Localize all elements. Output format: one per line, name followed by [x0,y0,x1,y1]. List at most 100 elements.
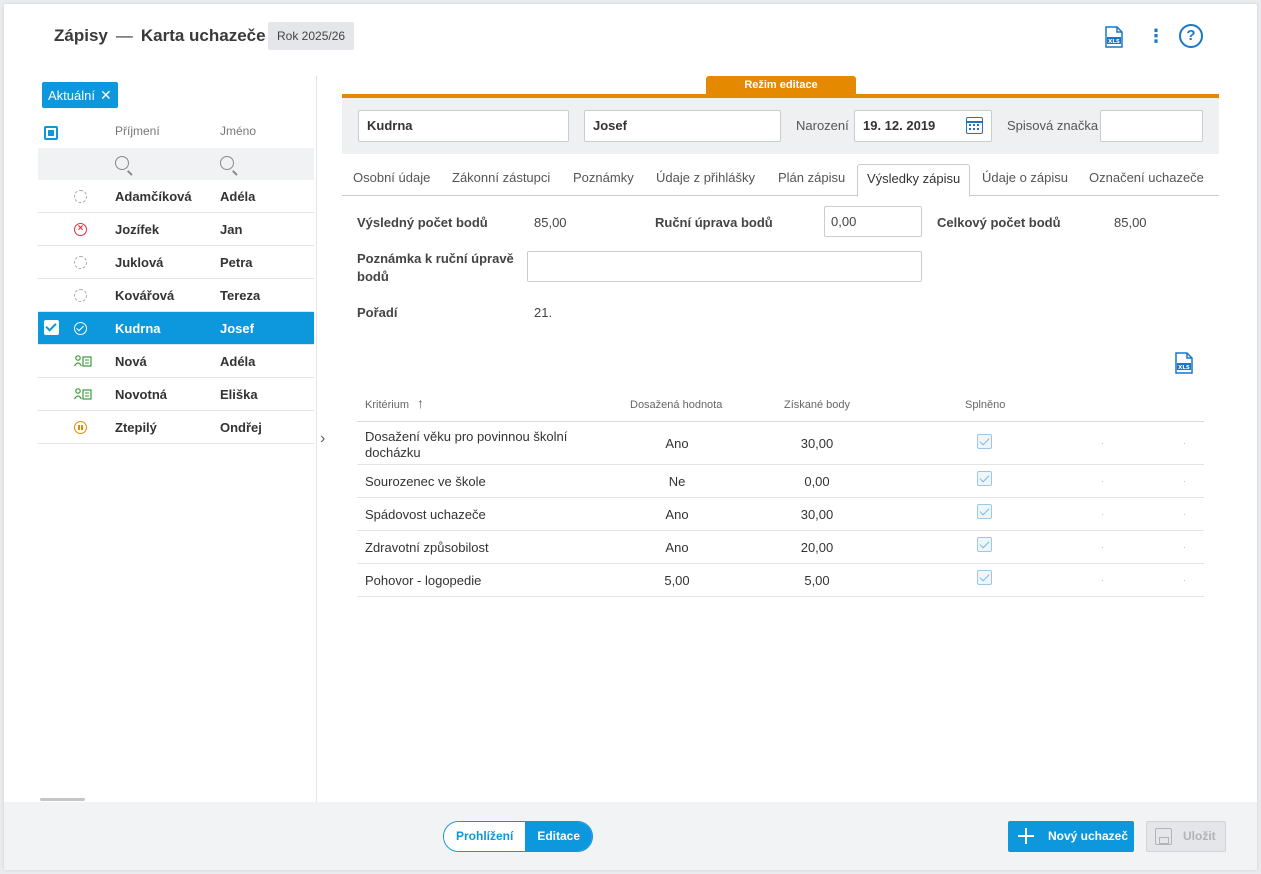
xls-export-icon[interactable]: XLS [1174,352,1194,374]
points-cell: 5,00 [804,573,830,588]
column-header-value[interactable]: Dosažená hodnota [630,399,722,411]
list-item[interactable]: Adamčíková Adéla [38,180,314,213]
sort-ascending-icon[interactable]: ↑ [417,395,424,411]
criterion-cell: Spádovost uchazeče [365,507,486,522]
tab-enrollment-plan[interactable]: Plán zápisu [778,170,845,185]
list-item-surname: Jozífek [115,222,160,237]
status-user-card-icon [74,388,92,400]
tab-application-data[interactable]: Údaje z přihlášky [656,170,755,185]
more-vertical-icon[interactable]: ⋮ [1147,27,1165,45]
view-mode-button[interactable]: Prohlížení [444,822,526,851]
help-icon[interactable]: ? [1179,24,1203,48]
list-item-surname: Ztepilý [115,420,157,435]
page-name: Karta uchazeče [140,26,266,45]
plus-icon [1018,828,1034,844]
list-item-surname: Adamčíková [115,189,192,204]
tab-guardians[interactable]: Zákonní zástupci [452,170,550,185]
list-item-surname: Kudrna [115,321,161,336]
rank-label: Pořadí [357,305,398,320]
status-rejected-icon: × [74,223,87,236]
column-header-points[interactable]: Získané body [784,399,850,411]
tab-bar: Osobní údaje Zákonní zástupci Poznámky Ú… [342,164,1219,197]
file-number-field[interactable] [1100,110,1203,142]
tab-personal[interactable]: Osobní údaje [353,170,430,185]
horizontal-scrollbar[interactable] [40,798,85,801]
name-field[interactable]: Josef [584,110,781,142]
met-checkbox [977,471,992,486]
search-icon[interactable] [115,156,129,170]
column-header-surname[interactable]: Příjmení [115,124,160,138]
table-row[interactable]: Zdravotní způsobilost Ano 20,00 · · [357,531,1204,564]
list-item-selected[interactable]: Kudrna Josef [38,312,314,345]
list-item-name: Adéla [220,189,256,204]
status-paused-icon [74,421,87,434]
points-cell: 20,00 [800,540,834,555]
list-item-surname: Kovářová [115,288,175,303]
manual-adjust-input[interactable]: 0,00 [824,206,922,237]
value-cell: Ano [665,507,689,522]
list-item-name: Josef [220,321,254,336]
applicant-identity-bar: Kudrna Josef Narození 19. 12. 2019 Spiso… [342,98,1219,154]
criterion-text: Dosažení věku pro povinnou školní [365,429,568,444]
note-label: Poznámka k ruční úpravě bodů [357,250,514,286]
status-pending-icon [74,289,87,302]
page-header: Zápisy — Karta uchazeče Rok 2025/26 XLS ⋮ … [4,4,1257,74]
table-row[interactable]: Pohovor - logopedie 5,00 5,00 · · [357,564,1204,597]
edit-mode-button[interactable]: Editace [525,822,593,851]
points-cell: 30,00 [800,507,834,522]
calendar-icon[interactable] [966,117,983,134]
table-row[interactable]: Spádovost uchazeče Ano 30,00 · · [357,498,1204,531]
new-applicant-label: Nový uchazeč [1048,829,1129,843]
tab-enrollment-results[interactable]: Výsledky zápisu [857,164,971,197]
surname-field[interactable]: Kudrna [358,110,569,142]
list-item[interactable]: Kovářová Tereza [38,279,314,312]
select-all-checkbox[interactable] [44,126,58,140]
points-value: 85,00 [534,215,567,230]
criterion-cell: Sourozenec ve škole [365,474,486,489]
save-button[interactable]: Uložit [1146,821,1226,852]
list-item-name: Eliška [220,387,258,402]
status-accepted-icon [74,322,87,335]
tab-enrollment-data[interactable]: Údaje o zápisu [982,170,1068,185]
search-icon[interactable] [220,156,234,170]
chevron-right-icon[interactable]: › [320,430,325,448]
list-item[interactable]: Nová Adéla [38,345,314,378]
table-row[interactable]: Dosažení věku pro povinnou školní docház… [357,422,1204,465]
tab-applicant-marking[interactable]: Označení uchazeče [1089,170,1204,185]
table-row[interactable]: Sourozenec ve škole Ne 0,00 · · [357,465,1204,498]
column-header-met[interactable]: Splněno [965,399,1005,411]
list-item[interactable]: Novotná Eliška [38,378,314,411]
new-applicant-button[interactable]: Nový uchazeč [1008,821,1134,852]
value-cell: 5,00 [664,573,690,588]
points-cell: 0,00 [804,474,830,489]
row-checkbox[interactable] [44,320,59,335]
rank-value: 21. [534,305,553,320]
total-points-label: Celkový počet bodů [937,215,1061,230]
edit-mode-label: Režim editace [706,76,856,95]
filter-chip-current[interactable]: Aktuální ✕ [42,82,118,108]
list-item-name: Petra [220,255,253,270]
cell-dot: · [1183,438,1186,448]
met-checkbox [977,537,992,552]
birth-date-field[interactable]: 19. 12. 2019 [854,110,992,142]
criterion-cell: Zdravotní způsobilost [365,540,489,555]
value-cell: Ano [665,436,689,451]
school-year-badge[interactable]: Rok 2025/26 [268,22,355,50]
filter-row [38,148,314,180]
column-header-name[interactable]: Jméno [220,124,256,138]
save-icon [1155,828,1172,845]
xls-export-icon[interactable]: XLS [1104,26,1124,48]
close-icon[interactable]: ✕ [100,87,112,103]
list-item-surname: Novotná [115,387,167,402]
list-item[interactable]: Ztepilý Ondřej [38,411,314,444]
list-item[interactable]: Juklová Petra [38,246,314,279]
tab-notes[interactable]: Poznámky [573,170,634,185]
note-input[interactable] [527,251,922,282]
column-header-criterion[interactable]: Kritérium [365,399,409,411]
cell-dot: · [1101,438,1104,448]
points-cell: 30,00 [800,436,834,451]
criterion-cell: Dosažení věku pro povinnou školní docház… [365,429,567,461]
cell-dot: · [1101,575,1104,585]
note-label-line: bodů [357,269,389,284]
list-item[interactable]: × Jozífek Jan [38,213,314,246]
